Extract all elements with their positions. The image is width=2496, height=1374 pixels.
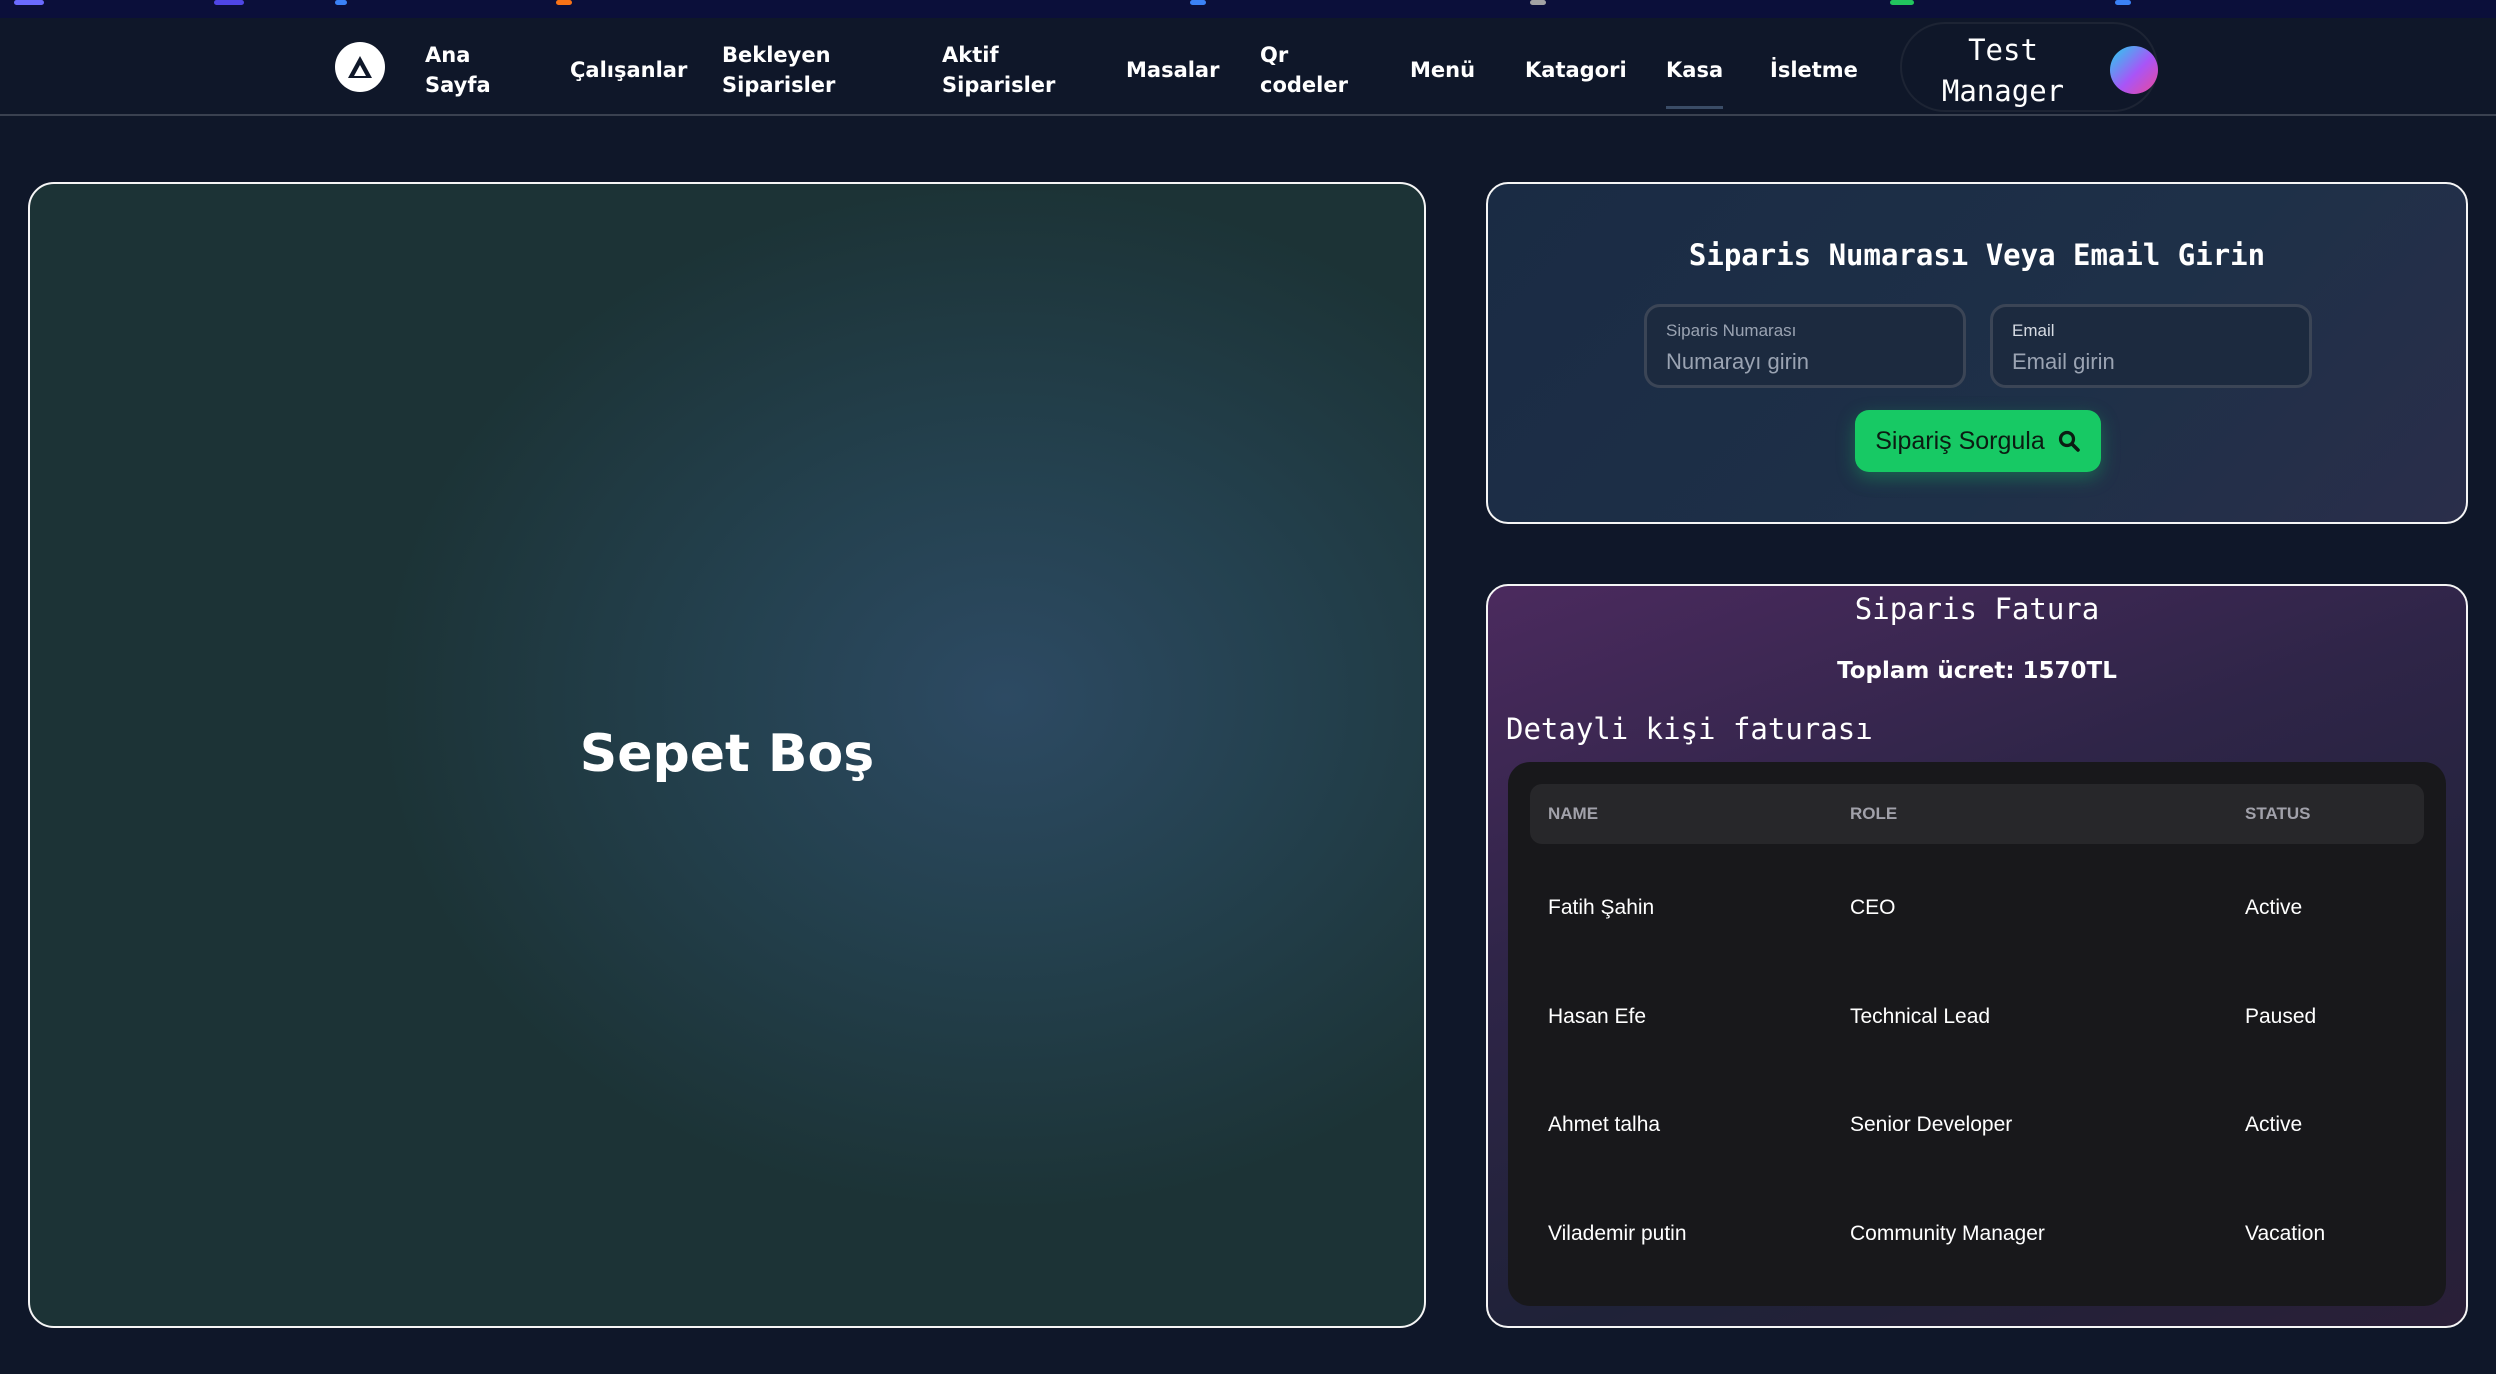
search-icon <box>2058 430 2080 452</box>
order-query-title: Siparis Numarası Veya Email Girin <box>1688 238 2266 272</box>
user-menu-button[interactable]: Test Manager <box>1900 22 2158 112</box>
table-header: NAME ROLE STATUS <box>1530 784 2424 844</box>
invoice-table: NAME ROLE STATUS Fatih Şahin CEO Active … <box>1508 762 2446 1306</box>
user-name: Test Manager <box>1941 33 2065 108</box>
nav-item-calisanlar[interactable]: Çalışanlar <box>570 55 687 85</box>
cell-status: Vacation <box>2245 1222 2326 1245</box>
nav-item-qr-codeler[interactable]: Qr codeler <box>1260 40 1348 100</box>
avatar[interactable] <box>2110 46 2158 94</box>
order-number-label: Siparis Numarası <box>1666 321 1797 340</box>
email-label: Email <box>2012 321 2055 340</box>
column-header-role[interactable]: ROLE <box>1850 804 1897 824</box>
nav-item-ana-sayfa[interactable]: Ana Sayfa <box>425 40 491 100</box>
nav-item-menu[interactable]: Menü <box>1410 55 1475 85</box>
logo-glyph-icon <box>348 56 372 78</box>
cell-status: Paused <box>2245 1005 2317 1028</box>
order-number-input[interactable] <box>1666 347 1946 377</box>
cart-panel: Sepet Boş <box>28 182 1426 1328</box>
cell-role: Community Manager <box>1850 1222 2045 1245</box>
cell-role: Technical Lead <box>1850 1005 1991 1028</box>
email-field[interactable]: Email <box>1990 304 2312 388</box>
cell-name: Fatih Şahin <box>1548 896 1655 919</box>
order-number-field[interactable]: Siparis Numarası <box>1644 304 1966 388</box>
nav-item-isletme[interactable]: İsletme <box>1770 55 1858 85</box>
cart-empty-message: Sepet Boş <box>579 724 875 784</box>
nav-item-kasa[interactable]: Kasa <box>1666 55 1724 109</box>
cell-status: Active <box>2245 1113 2303 1136</box>
invoice-title: Siparis Fatura <box>1854 592 2100 626</box>
table-row[interactable]: Fatih Şahin CEO Active <box>1530 872 2424 942</box>
email-input[interactable] <box>2012 347 2292 377</box>
cell-name: Hasan Efe <box>1548 1005 1647 1028</box>
top-navbar: Ana Sayfa Çalışanlar Bekleyen Siparisler… <box>0 18 2496 116</box>
invoice-total: Toplam ücret: 1570TL <box>1837 658 2117 684</box>
cell-role: CEO <box>1850 896 1896 919</box>
nav-item-aktif-siparisler[interactable]: Aktif Siparisler <box>942 40 1055 100</box>
nav-item-katagori[interactable]: Katagori <box>1525 55 1627 85</box>
table-row[interactable]: Hasan Efe Technical Lead Paused <box>1530 981 2424 1051</box>
order-query-button[interactable]: Sipariş Sorgula <box>1855 410 2101 472</box>
column-header-status[interactable]: STATUS <box>2245 804 2310 824</box>
cell-role: Senior Developer <box>1850 1113 2013 1136</box>
order-query-button-label: Sipariş Sorgula <box>1875 426 2045 455</box>
cell-name: Ahmet talha <box>1548 1113 1661 1136</box>
browser-bookmark-strip <box>0 0 2496 18</box>
nav-item-masalar[interactable]: Masalar <box>1126 55 1219 85</box>
order-query-panel: Siparis Numarası Veya Email Girin Sipari… <box>1486 182 2468 524</box>
table-row[interactable]: Vilademir putin Community Manager Vacati… <box>1530 1198 2424 1268</box>
nav-item-bekleyen-siparisler[interactable]: Bekleyen Siparisler <box>722 40 835 100</box>
column-header-name[interactable]: NAME <box>1548 804 1598 824</box>
cell-name: Vilademir putin <box>1548 1222 1687 1245</box>
table-row[interactable]: Ahmet talha Senior Developer Active <box>1530 1089 2424 1159</box>
invoice-panel: Siparis Fatura Toplam ücret: 1570TL Deta… <box>1486 584 2468 1328</box>
cell-status: Active <box>2245 896 2303 919</box>
logo-icon[interactable] <box>335 42 385 92</box>
invoice-subtitle: Detayli kişi faturası <box>1506 712 1873 746</box>
